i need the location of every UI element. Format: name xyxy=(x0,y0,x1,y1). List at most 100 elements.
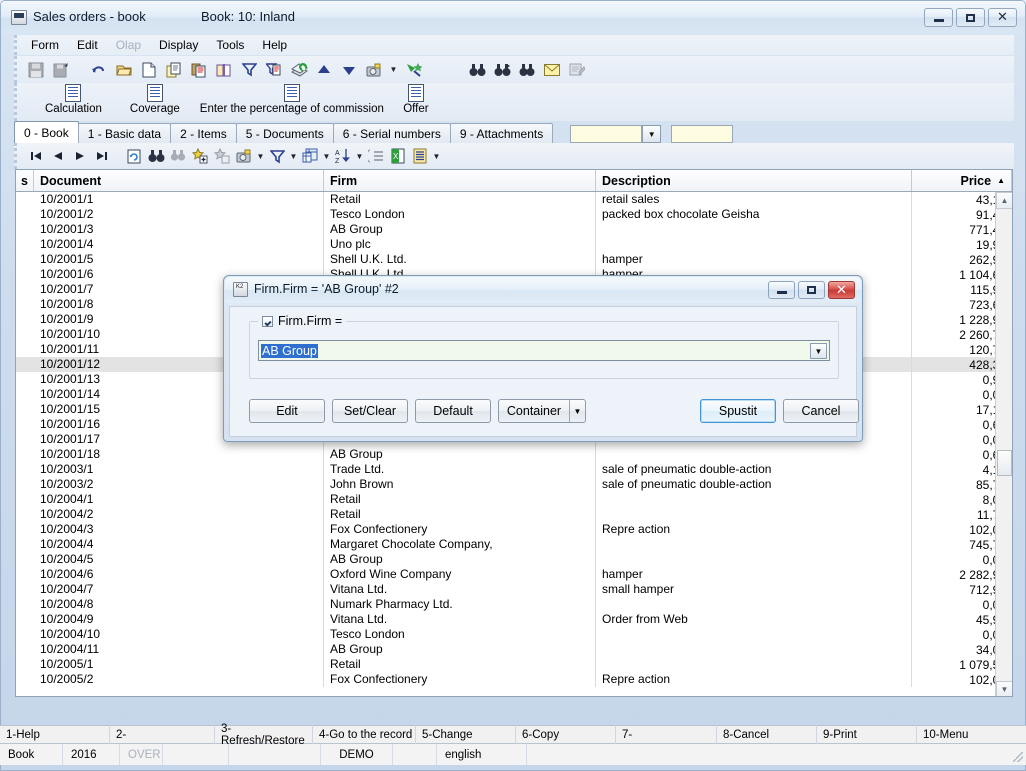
chevron-down-icon[interactable]: ▼ xyxy=(569,400,585,422)
table-row[interactable]: 10/2001/2 Tesco London packed box chocolat… xyxy=(16,207,1012,222)
last-record-icon[interactable] xyxy=(91,145,113,167)
column-header-firm[interactable]: Firm xyxy=(324,170,596,191)
table-row[interactable]: 10/2004/5AB Group0,00 xyxy=(16,552,1012,567)
binoculars-icon[interactable] xyxy=(466,59,488,81)
firm-combobox[interactable]: AB Group ▼ xyxy=(258,340,830,361)
dialog-titlebar[interactable]: K2 Firm.Firm = 'AB Group' #2 ✕ xyxy=(225,277,861,303)
move-down-icon[interactable] xyxy=(338,59,360,81)
table-row[interactable]: 10/2001/18AB Group0,60 xyxy=(16,447,1012,462)
maximize-button[interactable] xyxy=(956,8,985,27)
find-next-icon[interactable] xyxy=(167,145,189,167)
table-row[interactable]: 10/2004/10Tesco London0,00 xyxy=(16,627,1012,642)
table-row[interactable]: 10/2005/1 Retail 1 079,50 xyxy=(16,657,1012,672)
container-button[interactable]: Container ▼ xyxy=(498,399,586,423)
chevron-down-icon[interactable]: ▼ xyxy=(288,145,299,167)
book-icon[interactable] xyxy=(213,59,235,81)
dialog-close-button[interactable]: ✕ xyxy=(828,281,855,299)
delete-record-icon[interactable] xyxy=(211,145,233,167)
close-button[interactable]: ✕ xyxy=(988,8,1017,27)
menu-item-form[interactable]: Form xyxy=(29,37,61,53)
table-row[interactable]: 10/2001/1 Retail retail sales 43,10 xyxy=(16,192,1012,207)
commission-button[interactable]: Enter the percentage of commission xyxy=(194,83,390,115)
save-icon[interactable] xyxy=(25,59,47,81)
table-row[interactable]: 10/2003/1 Trade Ltd. sale of pneumatic dou… xyxy=(16,462,1012,477)
fkey-5-change[interactable]: 5-Change xyxy=(416,725,516,744)
columns-icon[interactable] xyxy=(409,145,431,167)
print-refresh-icon[interactable] xyxy=(288,59,310,81)
fkey-3-refresh[interactable]: 3-Refresh/Restore xyxy=(215,723,313,747)
new-document-icon[interactable] xyxy=(138,59,160,81)
spustit-button[interactable]: Spustit xyxy=(700,399,776,423)
tab-serial-numbers[interactable]: 6 - Serial numbers xyxy=(332,123,451,143)
table-row[interactable]: 10/2001/5 Shell U.K. Ltd. hamper 262,90 xyxy=(16,252,1012,267)
filter-icon[interactable] xyxy=(238,59,260,81)
sort-az-icon[interactable]: AZ xyxy=(332,145,354,167)
table-row[interactable]: 10/2004/8Numark Pharmacy Ltd.0,00 xyxy=(16,597,1012,612)
first-record-icon[interactable] xyxy=(25,145,47,167)
fkey-4-goto-record[interactable]: 4-Go to the record xyxy=(313,725,416,744)
open-folder-icon[interactable] xyxy=(113,59,135,81)
list-icon[interactable] xyxy=(365,145,387,167)
tab-basic-data[interactable]: 1 - Basic data xyxy=(77,123,172,143)
set-clear-button[interactable]: Set/Clear xyxy=(332,399,408,423)
firm-filter-dialog[interactable]: K2 Firm.Firm = 'AB Group' #2 ✕ Firm.Firm… xyxy=(223,275,863,442)
table-row[interactable]: 10/2004/1Retail8,00 xyxy=(16,492,1012,507)
table-row[interactable]: 10/2004/4 Margaret Chocolate Company, 745,… xyxy=(16,537,1012,552)
menu-item-tools[interactable]: Tools xyxy=(214,37,246,53)
camera-icon[interactable] xyxy=(363,59,385,81)
previous-record-icon[interactable] xyxy=(47,145,69,167)
undo-icon[interactable] xyxy=(88,59,110,81)
chevron-down-icon[interactable]: ▼ xyxy=(354,145,365,167)
grid-body[interactable]: 10/2001/1 Retail retail sales 43,10 10/2001/… xyxy=(16,192,1012,696)
menu-item-edit[interactable]: Edit xyxy=(75,37,100,53)
fkey-6-copy[interactable]: 6-Copy xyxy=(516,725,616,744)
fkey-8-cancel[interactable]: 8-Cancel xyxy=(717,725,817,744)
chevron-down-icon[interactable]: ▼ xyxy=(255,145,266,167)
paste-document-icon[interactable] xyxy=(188,59,210,81)
export-excel-icon[interactable]: X xyxy=(387,145,409,167)
wizard-icon[interactable] xyxy=(402,59,424,81)
minimize-button[interactable] xyxy=(924,8,953,27)
tab-items[interactable]: 2 - Items xyxy=(170,123,237,143)
column-header-description[interactable]: Description xyxy=(596,170,912,191)
table-row[interactable]: 10/2004/9 Vitana Ltd. Order from Web 45,90 xyxy=(16,612,1012,627)
table-row[interactable]: 10/2001/3 AB Group 771,40 xyxy=(16,222,1012,237)
fkey-9-print[interactable]: 9-Print xyxy=(817,725,917,744)
dialog-minimize-button[interactable] xyxy=(768,281,795,299)
chevron-down-icon[interactable]: ▼ xyxy=(321,145,332,167)
fkey-2[interactable]: 2- xyxy=(110,725,215,744)
menu-item-help[interactable]: Help xyxy=(260,37,289,53)
cancel-button[interactable]: Cancel xyxy=(783,399,859,423)
mail-icon[interactable] xyxy=(541,59,563,81)
chevron-down-icon[interactable]: ▼ xyxy=(388,59,399,81)
table-row[interactable]: 10/2005/2 Fox Confectionery Repre action 10… xyxy=(16,672,1012,687)
fkey-10-menu[interactable]: 10-Menu xyxy=(917,725,1026,744)
dialog-maximize-button[interactable] xyxy=(798,281,825,299)
default-button[interactable]: Default xyxy=(415,399,491,423)
scroll-up-button[interactable]: ▲ xyxy=(996,192,1012,209)
table-row[interactable]: 10/2004/7 Vitana Ltd. small hamper 712,90 xyxy=(16,582,1012,597)
add-record-icon[interactable] xyxy=(189,145,211,167)
group-icon[interactable] xyxy=(299,145,321,167)
filter-document-icon[interactable] xyxy=(263,59,285,81)
fkey-7[interactable]: 7- xyxy=(616,725,717,744)
table-row[interactable]: 10/2004/2 Retail 11,70 xyxy=(16,507,1012,522)
grid-vertical-scrollbar[interactable]: ▲ ▼ xyxy=(995,192,1012,696)
camera-icon[interactable] xyxy=(233,145,255,167)
table-row[interactable]: 10/2001/4 Uno plc 19,90 xyxy=(16,237,1012,252)
offer-button[interactable]: Offer xyxy=(396,83,436,115)
tab-documents[interactable]: 5 - Documents xyxy=(235,123,334,143)
notes-icon[interactable] xyxy=(566,59,588,81)
copy-icon[interactable] xyxy=(163,59,185,81)
column-header-document[interactable]: Document xyxy=(34,170,324,191)
resize-grip-icon[interactable] xyxy=(1013,752,1023,762)
chevron-down-icon[interactable]: ▼ xyxy=(431,145,442,167)
tab-filter-dropdown-button[interactable]: ▼ xyxy=(642,125,662,143)
window-titlebar[interactable]: K2 Sales orders - book Book: 10: Inland … xyxy=(1,1,1025,34)
tab-secondary-input[interactable] xyxy=(671,125,734,143)
firm-filter-checkbox[interactable] xyxy=(262,315,273,327)
edit-button[interactable]: Edit xyxy=(249,399,325,423)
refresh-icon[interactable] xyxy=(123,145,145,167)
table-row[interactable]: 10/2004/6 Oxford Wine Company hamper 2 282,… xyxy=(16,567,1012,582)
calculation-button[interactable]: Calculation xyxy=(39,83,108,115)
